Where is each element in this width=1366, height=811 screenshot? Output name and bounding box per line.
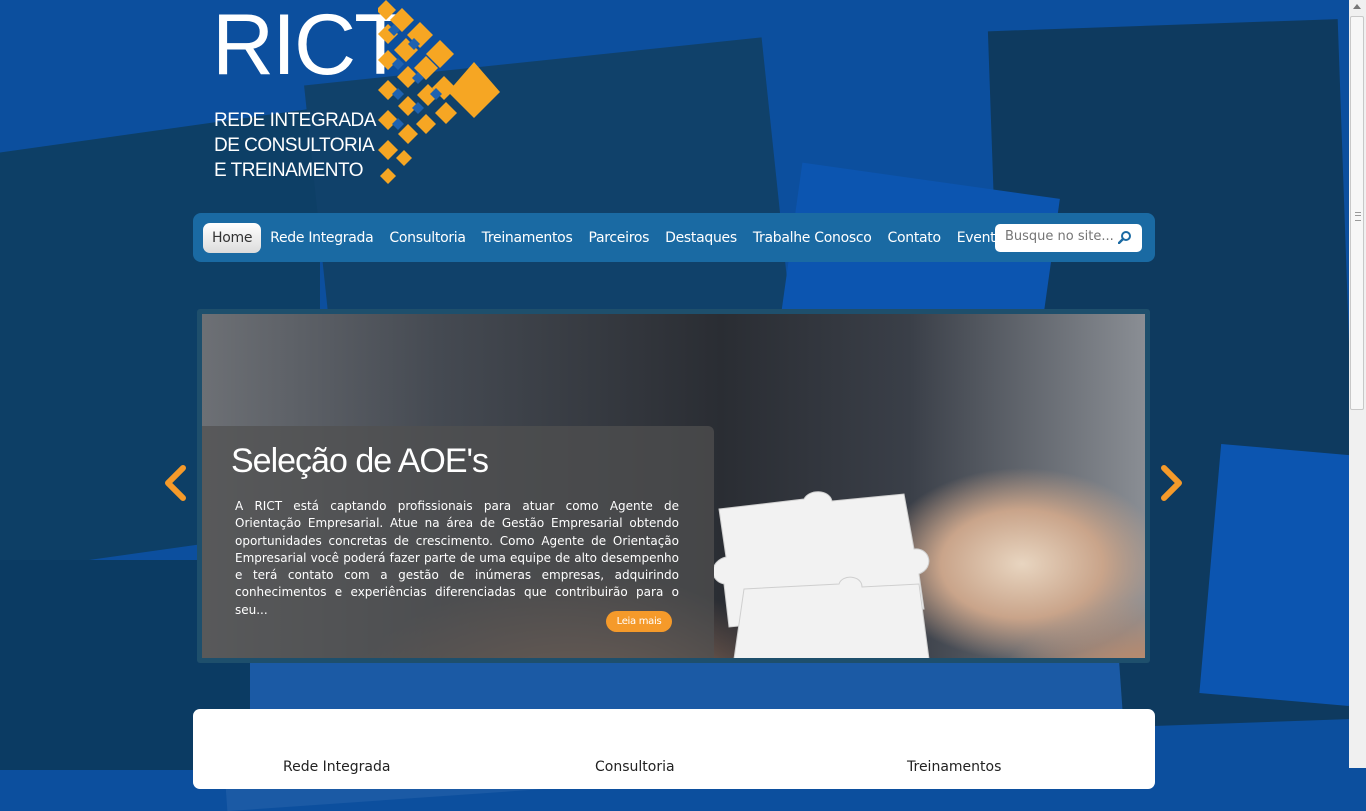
logo-line: E TREINAMENTO (214, 160, 364, 181)
vertical-scrollbar[interactable] (1349, 0, 1366, 768)
nav-item-trabalhe-conosco[interactable]: Trabalhe Conosco (745, 224, 880, 252)
main-navigation: Home Rede Integrada Consultoria Treiname… (193, 213, 1155, 262)
content-panel: Rede Integrada Consultoria Treinamentos (193, 709, 1155, 789)
search-icon[interactable] (1118, 230, 1132, 244)
search-input[interactable] (1005, 229, 1115, 244)
nav-item-rede-integrada[interactable]: Rede Integrada (262, 224, 381, 252)
scrollbar-thumb[interactable] (1350, 16, 1364, 410)
slider-next-arrow-icon[interactable] (1160, 465, 1184, 501)
logo-subtitle: REDE INTEGRADA DE CONSULTORIA E TREINAME… (214, 108, 376, 183)
background-shape (1199, 443, 1366, 707)
column-title-treinamentos[interactable]: Treinamentos (907, 759, 1001, 775)
scroll-up-icon[interactable] (1353, 4, 1361, 9)
slide-text: A RICT está captando profissionais para … (235, 499, 679, 617)
slide-caption: Seleção de AOE's A RICT está captando pr… (202, 426, 714, 658)
grip-icon (1355, 212, 1361, 221)
nav-menu: Home Rede Integrada Consultoria Treiname… (203, 221, 1019, 254)
slide-title: Seleção de AOE's (231, 442, 489, 480)
site-logo[interactable]: RICT REDE INTEGRADA DE CONSULTORIA E TRE… (210, 0, 510, 195)
nav-item-home[interactable]: Home (203, 222, 262, 253)
nav-item-contato[interactable]: Contato (880, 224, 949, 252)
nav-item-consultoria[interactable]: Consultoria (381, 224, 473, 252)
nav-item-destaques[interactable]: Destaques (657, 224, 745, 252)
column-title-consultoria[interactable]: Consultoria (595, 759, 675, 775)
nav-item-treinamentos[interactable]: Treinamentos (474, 224, 581, 252)
logo-diamonds-icon (378, 0, 500, 184)
logo-title: RICT (212, 0, 407, 93)
column-title-rede-integrada[interactable]: Rede Integrada (283, 759, 390, 775)
logo-line: DE CONSULTORIA (214, 135, 375, 156)
logo-line: REDE INTEGRADA (214, 110, 376, 131)
search-box (995, 224, 1142, 252)
puzzle-pieces-image (714, 491, 930, 658)
slider-prev-arrow-icon[interactable] (163, 465, 187, 501)
read-more-button[interactable]: Leia mais (606, 611, 672, 632)
nav-item-parceiros[interactable]: Parceiros (580, 224, 657, 252)
